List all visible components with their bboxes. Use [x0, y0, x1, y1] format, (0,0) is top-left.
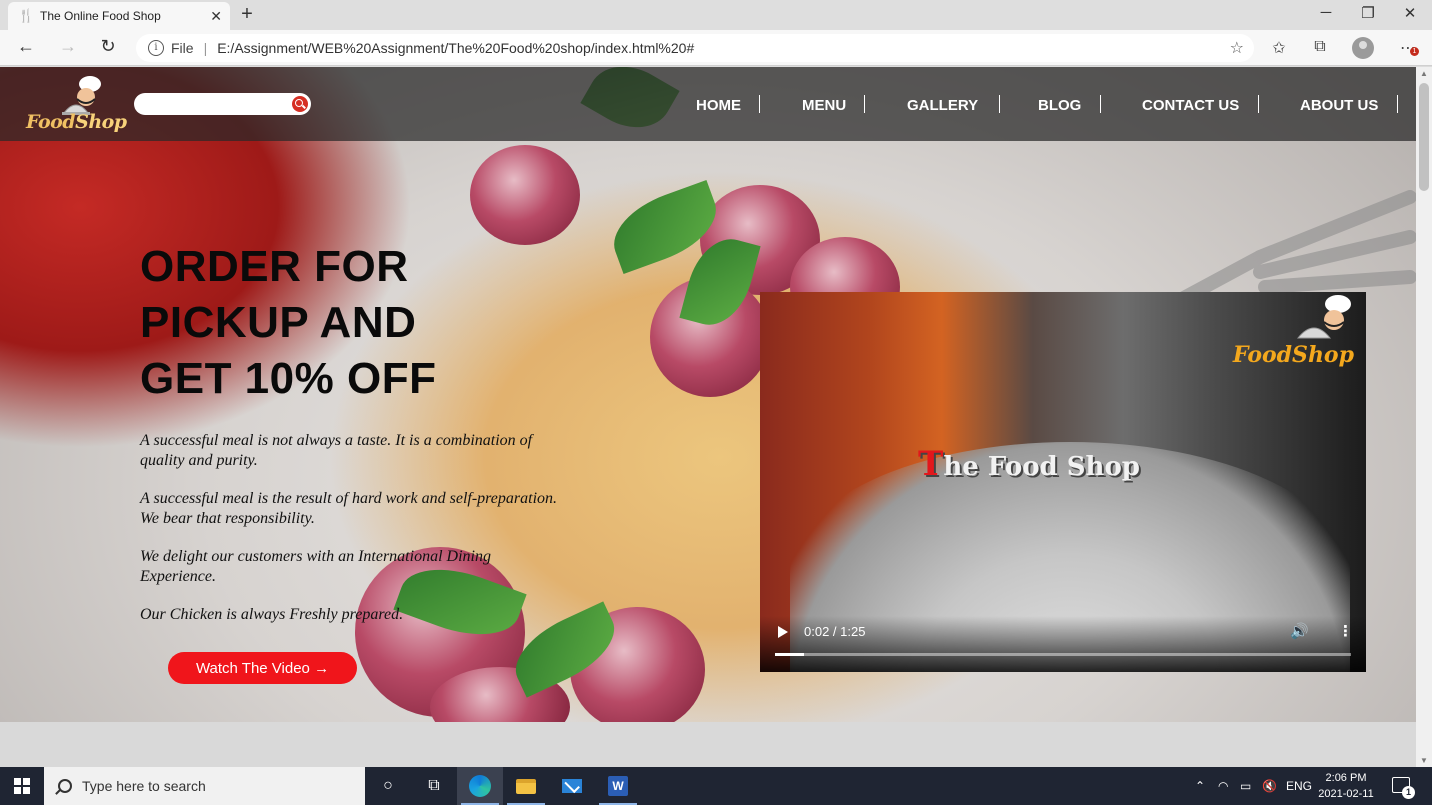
nav-link-label[interactable]: ABOUT US	[1300, 97, 1378, 114]
site-search-input[interactable]	[134, 93, 311, 115]
clock-time: 2:06 PM	[1325, 772, 1367, 784]
show-hidden-icons[interactable]: ⌃	[1195, 767, 1205, 805]
taskbar-word[interactable]: W	[595, 767, 641, 805]
cortana-icon[interactable]: ○	[365, 767, 411, 805]
taskbar-clock[interactable]: 2:06 PM 2021-02-11	[1314, 770, 1378, 802]
nav-about-us[interactable]: ABOUT US	[1300, 95, 1378, 115]
browser-tab[interactable]: 🍴 The Online Food Shop ✕	[8, 2, 230, 30]
nav-home[interactable]: HOME	[696, 95, 741, 115]
windows-start-icon[interactable]	[14, 778, 30, 794]
new-tab-button[interactable]: +	[236, 3, 258, 26]
logo-text-food: Food	[26, 111, 76, 133]
video-time: 0:02 / 1:25	[804, 624, 866, 639]
nav-link-label[interactable]: GALLERY	[907, 97, 978, 114]
fork-knife-icon: 🍴	[18, 8, 35, 23]
headline-line: GET 10% OFF	[140, 354, 437, 403]
minimize-icon[interactable]: ─	[1306, 4, 1346, 21]
scroll-up-icon[interactable]: ▲	[1419, 69, 1429, 78]
hero-paragraph: We delight our customers with an Interna…	[140, 548, 491, 585]
volume-icon[interactable]: 🔊	[1290, 622, 1309, 640]
chef-mascot-icon	[1296, 295, 1351, 339]
mail-icon	[562, 779, 582, 793]
nav-link-label[interactable]: BLOG	[1038, 97, 1081, 114]
clock-date: 2021-02-11	[1318, 788, 1374, 800]
nav-gallery[interactable]: GALLERY	[907, 95, 978, 115]
word-icon: W	[608, 776, 628, 796]
tab-title: The Online Food Shop	[40, 9, 161, 23]
taskbar-mail[interactable]	[549, 767, 595, 805]
video-player[interactable]: FoodShop The Food Shop 0:02 / 1:25 🔊 ⋮	[760, 292, 1366, 672]
favorites-icon[interactable]: ✩	[1267, 38, 1291, 58]
address-url[interactable]: E:/Assignment/WEB%20Assignment/The%20Foo…	[217, 40, 694, 56]
video-title-rest: he Food Shop	[943, 452, 1140, 482]
logo-text: FoodShop	[26, 111, 127, 133]
taskbar-edge[interactable]	[457, 767, 503, 805]
close-window-icon[interactable]: ✕	[1390, 4, 1430, 22]
address-bar[interactable]: i File | E:/Assignment/WEB%20Assignment/…	[136, 34, 1254, 62]
page-scrollbar[interactable]: ▲ ▼	[1416, 67, 1432, 767]
site-header: FoodShop HOME MENU GALLERY BLOG CONTACT …	[0, 67, 1416, 141]
play-icon[interactable]	[778, 626, 788, 638]
more-options-icon[interactable]: ⋮	[1338, 622, 1353, 640]
nav-link-label[interactable]: CONTACT US	[1142, 97, 1239, 114]
back-icon[interactable]: ←	[12, 36, 40, 57]
hero-paragraph: Our Chicken is always Freshly prepared.	[140, 606, 404, 623]
video-title-initial: T	[918, 444, 944, 484]
scroll-down-icon[interactable]: ▼	[1419, 756, 1429, 765]
raspberry-image	[470, 145, 580, 245]
video-controls: 0:02 / 1:25 🔊 ⋮	[760, 616, 1366, 672]
nav-link-label[interactable]: HOME	[696, 97, 741, 114]
hero-paragraph: A successful meal is the result of hard …	[140, 490, 558, 527]
hero-paragraph: A successful meal is not always a taste.…	[140, 432, 533, 469]
info-icon[interactable]: i	[148, 40, 164, 56]
folder-icon	[516, 778, 536, 794]
windows-taskbar: Type here to search ○ ⧉ W ⌃ ◠ ▭ 🔇 ENG 2:…	[0, 767, 1432, 805]
nav-link-label[interactable]: MENU	[802, 97, 846, 114]
add-favorite-icon[interactable]: ☆	[1230, 38, 1244, 58]
hero-headline: ORDER FOR PICKUP AND GET 10% OFF	[140, 239, 560, 407]
taskbar-search-input[interactable]: Type here to search	[44, 767, 365, 805]
wifi-icon[interactable]: ◠	[1218, 767, 1228, 805]
browser-tab-strip: 🍴 The Online Food Shop ✕ + ─ ❐ ✕	[0, 0, 1432, 30]
forward-icon[interactable]: →	[54, 36, 82, 57]
nav-blog[interactable]: BLOG	[1038, 95, 1081, 115]
nav-menu[interactable]: MENU	[802, 95, 846, 115]
page-viewport: FoodShop HOME MENU GALLERY BLOG CONTACT …	[0, 67, 1416, 767]
collections-icon[interactable]: ⧉	[1308, 38, 1332, 56]
video-title: The Food Shop	[918, 444, 1140, 484]
profile-avatar[interactable]	[1352, 37, 1374, 59]
notification-badge: 1	[1410, 47, 1419, 56]
scrollbar-thumb[interactable]	[1419, 83, 1429, 191]
search-icon[interactable]	[292, 96, 308, 112]
video-logo-text: FoodShop	[1232, 342, 1354, 368]
search-icon	[58, 779, 72, 793]
volume-muted-icon[interactable]: 🔇	[1262, 767, 1277, 805]
battery-icon[interactable]: ▭	[1240, 767, 1251, 805]
site-logo[interactable]: FoodShop	[26, 73, 127, 137]
logo-text-shop: Shop	[75, 111, 127, 133]
address-separator: |	[203, 40, 208, 56]
headline-line: PICKUP AND	[140, 298, 417, 347]
watch-video-button[interactable]: Watch The Video →	[168, 652, 357, 684]
taskbar-file-explorer[interactable]	[503, 767, 549, 805]
close-tab-icon[interactable]: ✕	[210, 8, 222, 25]
address-scheme-label: File	[171, 40, 194, 56]
headline-line: ORDER FOR	[140, 242, 409, 291]
task-view-icon[interactable]: ⧉	[411, 767, 457, 805]
browser-toolbar: ← → ↻ i File | E:/Assignment/WEB%20Assig…	[0, 30, 1432, 66]
video-progress-fill	[775, 653, 804, 656]
video-progress-bar[interactable]	[775, 653, 1351, 656]
action-center-count: 1	[1402, 786, 1415, 799]
maximize-icon[interactable]: ❐	[1348, 4, 1388, 22]
language-indicator[interactable]: ENG	[1286, 767, 1312, 805]
taskbar-search-placeholder: Type here to search	[82, 778, 206, 794]
nav-contact-us[interactable]: CONTACT US	[1142, 95, 1239, 115]
action-center-icon[interactable]: 1	[1392, 777, 1415, 799]
reload-icon[interactable]: ↻	[94, 36, 122, 57]
hero-section: FoodShop HOME MENU GALLERY BLOG CONTACT …	[0, 67, 1416, 747]
edge-icon	[469, 775, 491, 797]
next-section	[0, 722, 1416, 767]
